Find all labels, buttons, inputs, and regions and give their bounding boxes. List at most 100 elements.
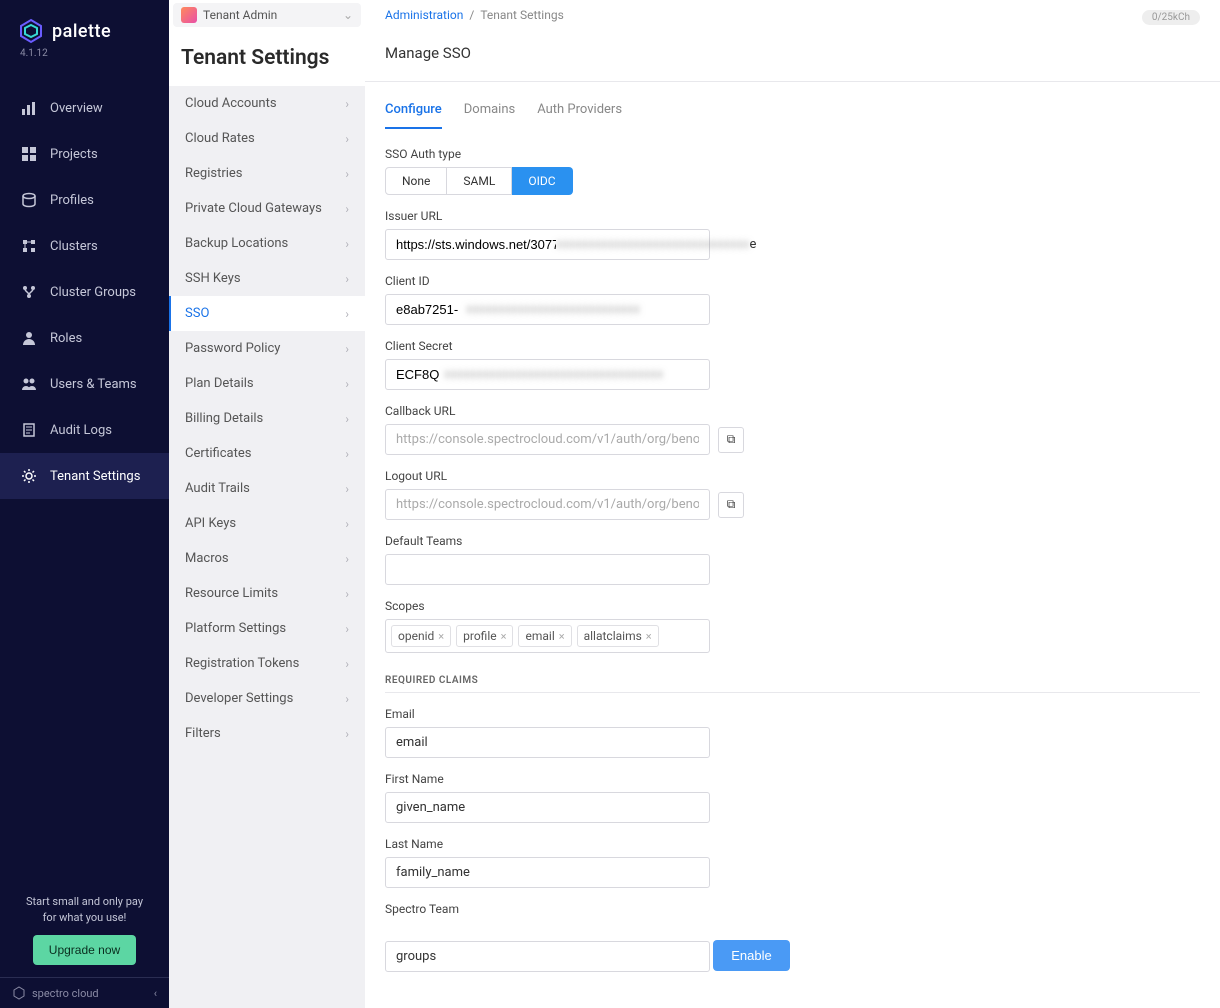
nav-item-projects[interactable]: Projects xyxy=(0,131,169,177)
scope-label: profile xyxy=(463,629,496,643)
brand-name: palette xyxy=(52,21,111,42)
remove-scope-icon[interactable]: × xyxy=(646,630,652,643)
client-secret-label: Client Secret xyxy=(385,339,1200,353)
logout-url-input[interactable] xyxy=(385,489,710,520)
nav-item-roles[interactable]: Roles xyxy=(0,315,169,361)
tabs: Configure Domains Auth Providers xyxy=(365,82,1220,129)
required-claims-header: REQUIRED CLAIMS xyxy=(385,675,1200,693)
email-claim-input[interactable] xyxy=(385,727,710,758)
nav-item-profiles[interactable]: Profiles xyxy=(0,177,169,223)
callback-url-input[interactable] xyxy=(385,424,710,455)
sso-form: SSO Auth type NoneSAMLOIDC Issuer URL xx… xyxy=(365,129,1220,990)
auth-type-oidc[interactable]: OIDC xyxy=(512,167,572,195)
usage-badge: 0/25kCh xyxy=(1142,10,1200,25)
nav-icon xyxy=(20,191,38,209)
setting-item-platform-settings[interactable]: Platform Settings › xyxy=(169,611,365,646)
client-id-input[interactable] xyxy=(396,302,466,317)
chevron-right-icon: › xyxy=(345,377,349,391)
default-teams-label: Default Teams xyxy=(385,534,1200,548)
chevron-right-icon: › xyxy=(345,622,349,636)
tab-domains[interactable]: Domains xyxy=(464,102,515,129)
nav-label: Audit Logs xyxy=(50,423,112,438)
tab-configure[interactable]: Configure xyxy=(385,102,442,129)
copy-logout-button[interactable]: ⧉ xyxy=(718,492,744,518)
nav-item-clusters[interactable]: Clusters xyxy=(0,223,169,269)
collapse-icon[interactable]: ‹ xyxy=(154,987,157,1000)
remove-scope-icon[interactable]: × xyxy=(501,630,507,643)
setting-item-plan-details[interactable]: Plan Details › xyxy=(169,366,365,401)
nav-icon xyxy=(20,421,38,439)
brand-version: 4.1.12 xyxy=(18,44,151,59)
issuer-url-input[interactable] xyxy=(396,237,556,252)
chevron-right-icon: › xyxy=(345,167,349,181)
copy-callback-button[interactable]: ⧉ xyxy=(718,427,744,453)
spectro-team-claim-input[interactable] xyxy=(385,941,710,972)
chevron-right-icon: › xyxy=(345,132,349,146)
nav-label: Tenant Settings xyxy=(50,469,140,484)
nav-label: Projects xyxy=(50,147,98,162)
setting-item-api-keys[interactable]: API Keys› xyxy=(169,506,365,541)
setting-item-password-policy[interactable]: Password Policy› xyxy=(169,331,365,366)
setting-item-private-cloud-gateways[interactable]: Private Cloud Gateways› xyxy=(169,191,365,226)
setting-label: SSH Keys xyxy=(185,271,241,286)
chevron-right-icon: › xyxy=(345,552,349,566)
nav-label: Roles xyxy=(50,331,82,346)
palette-logo-icon xyxy=(18,18,44,44)
tab-auth-providers[interactable]: Auth Providers xyxy=(537,102,622,129)
tenant-admin-dropdown[interactable]: Tenant Admin ⌄ xyxy=(173,3,361,27)
setting-item-backup-locations[interactable]: Backup Locations› xyxy=(169,226,365,261)
chevron-right-icon: › xyxy=(345,412,349,426)
chevron-right-icon: › xyxy=(345,202,349,216)
setting-item-registries[interactable]: Registries › xyxy=(169,156,365,191)
copy-icon: ⧉ xyxy=(727,432,736,447)
chevron-right-icon: › xyxy=(345,237,349,251)
scope-tag-allatclaims: allatclaims× xyxy=(577,625,659,647)
setting-item-macros[interactable]: Macros› xyxy=(169,541,365,576)
logo-area: palette 4.1.12 xyxy=(0,0,169,65)
setting-item-billing-details[interactable]: Billing Details› xyxy=(169,401,365,436)
setting-item-ssh-keys[interactable]: SSH Keys› xyxy=(169,261,365,296)
setting-item-audit-trails[interactable]: Audit Trails› xyxy=(169,471,365,506)
setting-label: Plan Details xyxy=(185,376,254,391)
setting-item-registration-tokens[interactable]: Registration Tokens› xyxy=(169,646,365,681)
setting-label: Filters xyxy=(185,726,221,741)
nav-item-audit-logs[interactable]: Audit Logs xyxy=(0,407,169,453)
remove-scope-icon[interactable]: × xyxy=(559,630,565,643)
nav-icon xyxy=(20,375,38,393)
breadcrumb-current: Tenant Settings xyxy=(480,8,563,22)
auth-type-none[interactable]: None xyxy=(385,167,447,195)
upgrade-button[interactable]: Upgrade now xyxy=(33,935,136,965)
breadcrumb-root[interactable]: Administration xyxy=(385,8,463,22)
nav-item-overview[interactable]: Overview xyxy=(0,85,169,131)
client-secret-input[interactable] xyxy=(396,367,444,382)
setting-label: Platform Settings xyxy=(185,621,286,636)
last-name-claim-label: Last Name xyxy=(385,837,1200,851)
scope-tag-email: email× xyxy=(518,625,571,647)
setting-item-cloud-rates[interactable]: Cloud Rates› xyxy=(169,121,365,156)
setting-item-cloud-accounts[interactable]: Cloud Accounts› xyxy=(169,86,365,121)
logout-url-label: Logout URL xyxy=(385,469,1200,483)
setting-item-developer-settings[interactable]: Developer Settings› xyxy=(169,681,365,716)
last-name-claim-input[interactable] xyxy=(385,857,710,888)
auth-type-saml[interactable]: SAML xyxy=(447,167,512,195)
chevron-right-icon: › xyxy=(345,97,349,111)
nav-item-users-teams[interactable]: Users & Teams xyxy=(0,361,169,407)
first-name-claim-input[interactable] xyxy=(385,792,710,823)
setting-label: Registries xyxy=(185,166,243,181)
setting-item-certificates[interactable]: Certificates› xyxy=(169,436,365,471)
nav-icon xyxy=(20,237,38,255)
nav-item-tenant-settings[interactable]: Tenant Settings xyxy=(0,453,169,499)
setting-label: Developer Settings xyxy=(185,691,293,706)
setting-item-sso[interactable]: SSO› xyxy=(169,296,365,331)
client-secret-blurred: xxxxxxxxxxxxxxxxxxxxxxxxxxxxxxxxxx xyxy=(444,367,663,382)
nav-item-cluster-groups[interactable]: Cluster Groups xyxy=(0,269,169,315)
setting-item-resource-limits[interactable]: Resource Limits› xyxy=(169,576,365,611)
page-title: Tenant Settings xyxy=(169,30,365,86)
enable-button[interactable]: Enable xyxy=(713,940,789,971)
setting-label: API Keys xyxy=(185,516,236,531)
scopes-box[interactable]: openid×profile×email×allatclaims× xyxy=(385,619,710,653)
setting-item-filters[interactable]: Filters› xyxy=(169,716,365,751)
remove-scope-icon[interactable]: × xyxy=(438,630,444,643)
default-teams-input[interactable] xyxy=(385,554,710,585)
setting-label: Resource Limits xyxy=(185,586,278,601)
